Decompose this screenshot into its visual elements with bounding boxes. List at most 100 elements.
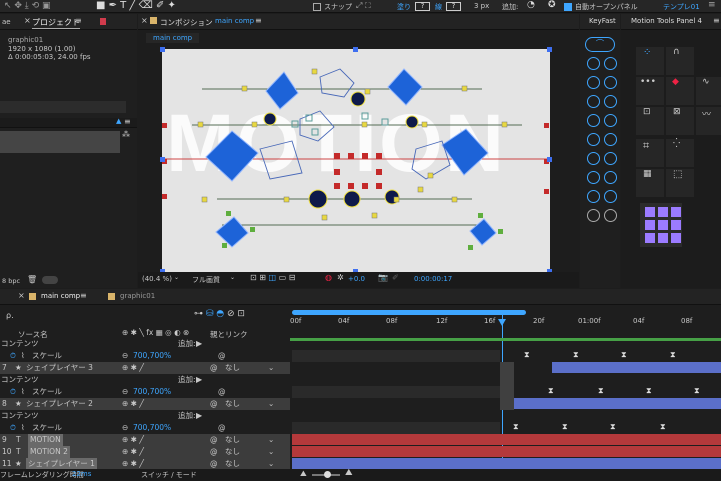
pickwhip-icon[interactable]: @ (210, 362, 218, 374)
chevron-down-icon[interactable]: ⌄ (268, 362, 274, 374)
stopwatch-icon[interactable]: ⏱ (10, 422, 16, 434)
loop-keys-icon[interactable] (604, 152, 617, 165)
shape-tool-icon[interactable]: ■ ✒ T ╱ ⌫ ✐ ✦ (96, 0, 176, 11)
pickwhip-icon[interactable]: @ (218, 350, 226, 362)
chevron-down-icon[interactable]: ⌄ (230, 274, 235, 281)
split-icon[interactable]: ⊠ (666, 107, 694, 135)
layer-row[interactable]: 9 T MOTION ⊕ ✱ ╱ @ なし ⌄ (0, 434, 290, 446)
stopwatch-icon[interactable]: ⏱ (10, 350, 16, 362)
layer-bar-8[interactable] (514, 398, 721, 409)
box-points-icon[interactable]: ⊡ (636, 107, 664, 135)
layer-row[interactable]: コンテンツ 追加: ▶ (0, 410, 290, 422)
bbox-handle[interactable] (353, 47, 358, 52)
bbox-handle[interactable] (160, 47, 165, 52)
chevron-down-icon[interactable]: ⌄ (268, 434, 274, 446)
bpc-label[interactable]: 8 bpc (2, 277, 20, 285)
timeline-tab-2[interactable]: graphic01 (120, 292, 155, 300)
layer-name[interactable]: MOTION (28, 434, 63, 446)
motion-tools-title[interactable]: Motion Tools Panel 4 (631, 17, 702, 25)
stopwatch-icon[interactable]: ⏱ (10, 386, 16, 398)
paste-ease-icon[interactable] (604, 95, 617, 108)
zoom-dropdown[interactable]: (40.4 %) (142, 275, 172, 283)
project-tab[interactable]: プロジェクト (32, 17, 80, 29)
project-scrollbar[interactable] (42, 276, 58, 284)
close-icon[interactable]: × (18, 291, 25, 300)
grid-layout-button[interactable] (640, 203, 682, 247)
comp-timecode[interactable]: 0:00:00:17 (414, 275, 452, 283)
wiggle-icon[interactable]: ∿ (696, 77, 721, 105)
graph-icon[interactable]: ⌇ (21, 422, 25, 434)
viewer-options-icon[interactable]: ⊡ ⊞ ◫ ▭ ⊟ (250, 273, 295, 282)
panel-menu-icon[interactable]: ≡ (255, 16, 262, 25)
camera-icon[interactable]: 📷 (378, 273, 388, 282)
property-row[interactable]: ⏱ ⌇ スケール ⊖ 700,700% @ (0, 422, 290, 434)
layer-bar-10[interactable] (292, 446, 721, 457)
exposure-value[interactable]: +0.0 (348, 275, 365, 283)
pickwhip-icon[interactable]: @ (210, 398, 218, 410)
bbox-handle[interactable] (547, 157, 552, 162)
layer-row[interactable]: コンテンツ 追加: ▶ (0, 374, 290, 386)
settings-icon[interactable] (604, 209, 617, 222)
layer-name[interactable]: シェイプレイヤー 3 (26, 362, 93, 374)
layer-switches-icon[interactable]: ⊕ ✱ ╱ (122, 446, 144, 458)
comp-canvas[interactable]: MOTION (162, 49, 550, 272)
parent-dropdown[interactable]: なし (225, 434, 240, 446)
shift-right-icon[interactable] (604, 133, 617, 146)
snap-checkbox[interactable] (313, 3, 321, 11)
keyframe-icon[interactable]: ⧗ (610, 422, 616, 432)
bbox-handle[interactable] (547, 47, 552, 52)
close-icon[interactable]: × (141, 16, 148, 25)
project-tab-left[interactable]: ae (2, 18, 11, 26)
keyframe-icon[interactable]: ⧗ (660, 422, 666, 432)
property-value[interactable]: 700,700% (133, 386, 171, 398)
keyframe-icon[interactable]: ⧗ (621, 350, 627, 360)
keyframe-icon[interactable]: ⧗ (598, 386, 604, 396)
layer-name[interactable]: MOTION 2 (28, 446, 70, 458)
snap-options-icon[interactable]: ⤢ ⛶ (356, 1, 371, 11)
copy-ease-icon[interactable] (587, 95, 600, 108)
zoom-in-icon[interactable]: ⛰ (345, 468, 353, 478)
ease-both-icon[interactable] (587, 76, 600, 89)
layer-bar-11[interactable] (292, 458, 721, 469)
keyframe-icon[interactable]: ⧗ (562, 422, 568, 432)
add-circle-icon[interactable]: ▶ (196, 374, 202, 386)
keyframe-icon[interactable]: ⧗ (513, 422, 519, 432)
distribute-icon[interactable]: ••• (636, 77, 664, 105)
property-row[interactable]: ⏱ ⌇ スケール ⊖ 700,700% @ (0, 350, 290, 362)
keyfast-title[interactable]: KeyFast (589, 17, 616, 25)
layer-row[interactable]: コンテンツ 追加: ▶ (0, 338, 290, 350)
stroke-swatch[interactable]: ? (446, 2, 461, 11)
auto-open-checkbox[interactable] (564, 3, 572, 11)
shape-artwork[interactable] (162, 49, 550, 272)
chevron-down-icon[interactable]: ⌄ (268, 446, 274, 458)
parent-dropdown[interactable]: なし (225, 362, 240, 374)
zoom-slider-thumb[interactable] (324, 471, 331, 478)
quality-dropdown[interactable]: フル画質 (192, 275, 220, 285)
keyframe-icon[interactable]: ⧗ (694, 386, 700, 396)
pen-icon[interactable]: ✐ (392, 273, 399, 282)
info-icon[interactable] (587, 209, 600, 222)
zoom-out-icon[interactable]: ⛰ (300, 469, 307, 479)
bbox-handle[interactable] (160, 157, 165, 162)
panel-menu-icon[interactable]: ≡ (75, 16, 82, 25)
sequence-keys-icon[interactable] (604, 171, 617, 184)
add-icon[interactable]: ◔ (527, 0, 535, 10)
pickwhip-icon[interactable]: @ (210, 434, 218, 446)
panel-menu-icon[interactable]: ≡ (80, 291, 87, 300)
close-icon[interactable]: × (24, 16, 31, 25)
link-icon[interactable]: ⊖ (122, 350, 128, 362)
keyframe-icon[interactable]: ⧗ (548, 386, 554, 396)
workspace-menu-icon[interactable]: ≡ (708, 0, 716, 10)
curve-tool-icon[interactable]: ∩ (666, 47, 694, 75)
align-keys-icon[interactable] (587, 171, 600, 184)
stroke-width-field[interactable]: 3 px (474, 2, 489, 10)
scatter-icon[interactable]: ⁛ (666, 139, 694, 167)
timeline-switch-icons[interactable]: ⊶ ⛁ ◓ ⊘ ⊡ (194, 309, 245, 319)
project-list-selection[interactable] (0, 131, 120, 153)
comp-breadcrumb[interactable]: main comp (146, 33, 200, 43)
property-value[interactable]: 700,700% (133, 350, 171, 362)
link-icon[interactable]: ⊖ (122, 386, 128, 398)
layer-bar-7[interactable] (552, 362, 721, 373)
layer-switches-icon[interactable]: ⊕ ✱ ╱ (122, 398, 144, 410)
keyframe-icon[interactable]: ⧗ (573, 350, 579, 360)
